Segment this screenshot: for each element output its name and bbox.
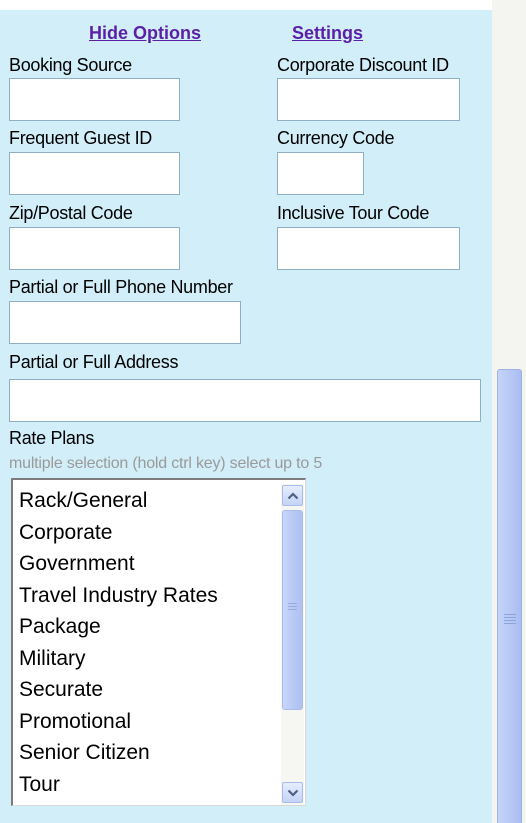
frequent-guest-id-input[interactable]	[9, 152, 180, 195]
settings-link[interactable]: Settings	[292, 23, 363, 44]
rate-plan-option[interactable]: Senior Citizen	[19, 737, 218, 769]
frequent-guest-id-label: Frequent Guest ID	[9, 128, 152, 148]
corporate-discount-id-label: Corporate Discount ID	[277, 55, 449, 75]
rate-plans-label: Rate Plans	[9, 428, 95, 448]
zip-postal-code-label: Zip/Postal Code	[9, 203, 133, 223]
address-input[interactable]	[9, 379, 481, 422]
grip-icon	[288, 603, 297, 610]
rate-plan-option[interactable]: Military	[19, 643, 218, 675]
rate-plan-option[interactable]: Tour	[19, 769, 218, 801]
chevron-up-icon	[287, 491, 298, 499]
phone-number-label: Partial or Full Phone Number	[9, 277, 233, 297]
rate-plans-options: Rack/General Corporate Government Travel…	[19, 485, 218, 800]
listbox-scroll-thumb[interactable]	[282, 510, 303, 710]
rate-plans-hint: multiple selection (hold ctrl key) selec…	[9, 455, 323, 472]
rate-plan-option[interactable]: Travel Industry Rates	[19, 580, 218, 612]
booking-source-input[interactable]	[9, 78, 180, 121]
rate-plan-option[interactable]: Government	[19, 548, 218, 580]
currency-code-input[interactable]	[277, 152, 364, 195]
rate-plan-option[interactable]: Package	[19, 611, 218, 643]
inclusive-tour-code-input[interactable]	[277, 227, 460, 270]
phone-number-input[interactable]	[9, 301, 241, 344]
page-scroll-thumb[interactable]	[497, 369, 522, 823]
rate-plan-option[interactable]: Rack/General	[19, 485, 218, 517]
listbox-scroll-up-button[interactable]	[282, 485, 303, 506]
rate-plan-option[interactable]: Securate	[19, 674, 218, 706]
hide-options-link[interactable]: Hide Options	[89, 23, 201, 44]
address-label: Partial or Full Address	[9, 352, 179, 372]
rate-plan-option[interactable]: Corporate	[19, 517, 218, 549]
booking-source-label: Booking Source	[9, 55, 132, 75]
currency-code-label: Currency Code	[277, 128, 395, 148]
rate-plans-listbox[interactable]: Rack/General Corporate Government Travel…	[11, 478, 306, 806]
chevron-down-icon	[287, 789, 298, 797]
grip-icon	[498, 370, 521, 823]
zip-postal-code-input[interactable]	[9, 227, 180, 270]
inclusive-tour-code-label: Inclusive Tour Code	[277, 203, 430, 223]
rate-plan-option[interactable]: Promotional	[19, 706, 218, 738]
corporate-discount-id-input[interactable]	[277, 78, 460, 121]
listbox-scroll-down-button[interactable]	[282, 782, 303, 803]
